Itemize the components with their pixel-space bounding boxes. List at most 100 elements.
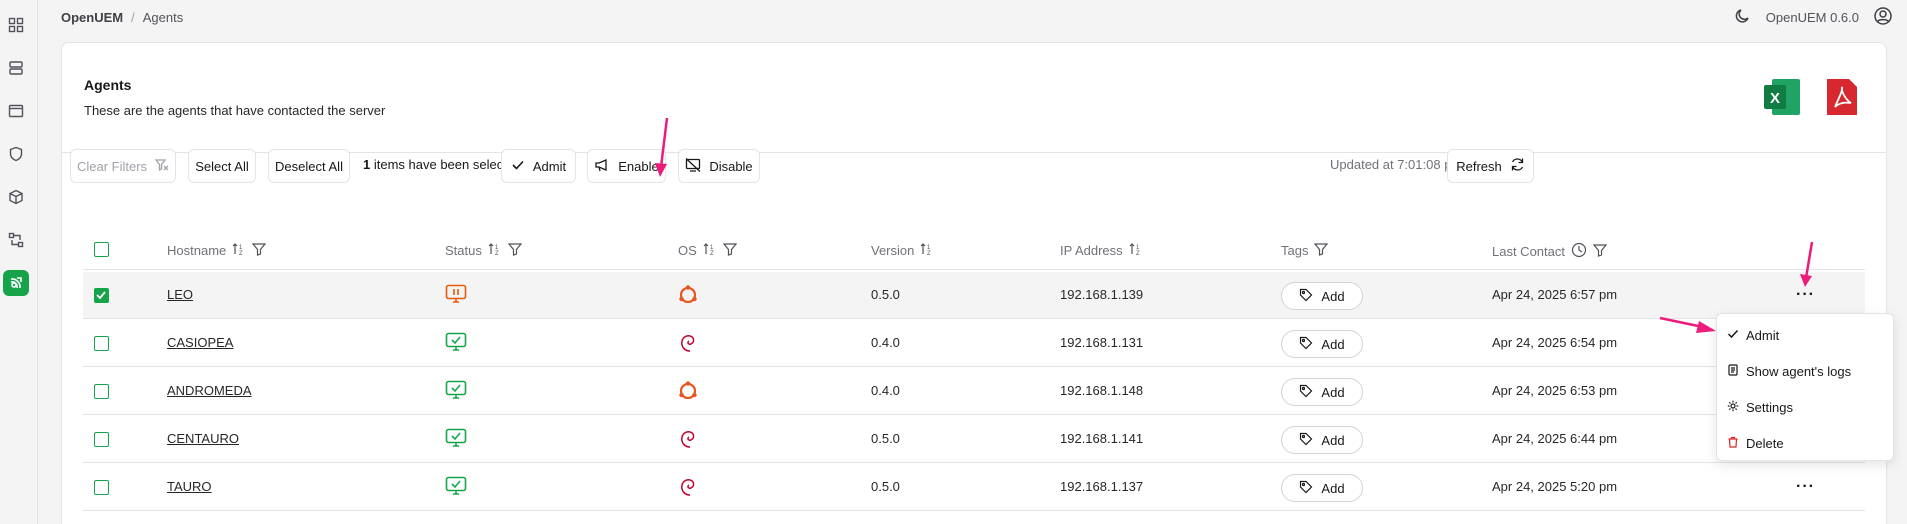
filter-icon[interactable] [1592,243,1608,260]
version-cell: 0.5.0 [871,479,900,494]
table-row[interactable]: ANDROMEDA 0.4.0 192.168.1.148 Add Apr 24, 20… [83,368,1865,415]
ip-cell: 192.168.1.141 [1060,431,1144,446]
add-tag-label: Add [1321,336,1345,352]
table-row[interactable]: TAURO 0.5.0 192.168.1.137 Add Apr 24, 2025 5… [83,464,1865,511]
tag-icon [1299,480,1313,497]
sort-icon[interactable]: 1Z [703,242,717,259]
svg-text:X: X [1770,90,1780,107]
add-tag-button[interactable]: Add [1281,378,1363,406]
menu-settings[interactable]: Settings [1727,397,1793,417]
sort-icon[interactable]: 1Z [1129,242,1143,259]
monitor-off-icon [685,157,701,175]
hostname-link[interactable]: CASIOPEA [167,335,233,350]
add-tag-label: Add [1321,384,1345,400]
server-icon[interactable] [3,55,29,81]
user-icon[interactable] [1873,6,1893,29]
dashboard-icon[interactable] [3,12,29,38]
package-icon[interactable] [3,184,29,210]
pdf-export-icon[interactable] [1825,77,1859,120]
refresh-button[interactable]: Refresh [1447,149,1534,183]
row-checkbox[interactable] [94,480,109,495]
header-version[interactable]: Version 1Z [871,242,934,259]
header-tags[interactable]: Tags [1281,242,1329,259]
table-row[interactable]: CASIOPEA 0.4.0 192.168.1.131 Add Apr 24, 202… [83,320,1865,367]
annotation-arrow-admit [655,117,669,177]
row-checkbox[interactable] [94,384,109,399]
clock-sort-icon[interactable] [1571,242,1587,261]
moon-icon[interactable] [1734,7,1752,28]
header-last-contact[interactable]: Last Contact [1492,242,1608,261]
filter-icon[interactable] [722,242,738,259]
menu-show-logs[interactable]: Show agent's logs [1727,361,1851,381]
page-title: Agents [84,77,132,93]
row-checkbox[interactable] [94,336,109,351]
add-tag-button[interactable]: Add [1281,474,1363,502]
header-hostname[interactable]: Hostname 1Z [167,242,267,259]
monitor-pause-icon [445,284,467,307]
select-all-checkbox[interactable] [94,242,109,257]
filter-icon[interactable] [251,242,267,259]
add-tag-button[interactable]: Add [1281,426,1363,454]
last-contact-cell: Apr 24, 2025 6:54 pm [1492,335,1618,350]
sort-icon[interactable]: 1Z [232,242,246,259]
svg-text:Z: Z [1136,251,1140,256]
tag-icon [1299,336,1313,353]
row-actions-icon[interactable]: ··· [1796,478,1815,496]
selected-suffix: items have been selected [370,157,522,172]
agents-icon[interactable] [3,270,29,296]
shield-icon[interactable] [3,141,29,167]
monitor-check-icon [445,332,467,355]
menu-settings-label: Settings [1746,399,1793,415]
add-tag-button[interactable]: Add [1281,282,1363,310]
menu-delete[interactable]: Delete [1727,433,1784,453]
menu-admit-label: Admit [1746,327,1780,343]
hostname-link[interactable]: CENTAURO [167,431,239,446]
monitor-check-icon [445,476,467,499]
debian-icon [677,332,699,357]
header-status[interactable]: Status 1Z [445,242,523,259]
ubuntu-icon [677,284,699,309]
version-cell: 0.5.0 [871,431,900,446]
admit-button[interactable]: Admit [501,149,576,183]
breadcrumb-root[interactable]: OpenUEM [61,10,123,25]
table-row[interactable]: LEO 0.5.0 192.168.1.139 Add Apr 24, 2025 6:5… [83,272,1865,319]
svg-text:Z: Z [495,251,499,256]
browser-icon[interactable] [3,98,29,124]
clear-filters-button[interactable]: Clear Filters [70,149,176,183]
menu-show-logs-label: Show agent's logs [1746,363,1852,379]
row-checkbox[interactable] [94,432,109,447]
deselect-all-button[interactable]: Deselect All [268,149,350,183]
breadcrumb-separator: / [131,10,135,25]
header-last-contact-label: Last Contact [1492,244,1565,259]
check-icon [511,158,525,175]
tag-icon [1299,432,1313,449]
scroll-icon [1727,363,1739,379]
hostname-link[interactable]: TAURO [167,479,212,494]
filter-icon[interactable] [507,242,523,259]
refresh-label: Refresh [1456,158,1502,174]
filter-icon[interactable] [1314,242,1329,259]
breadcrumb-current: Agents [142,10,184,25]
add-tag-label: Add [1321,288,1345,304]
menu-delete-label: Delete [1746,435,1784,451]
topbar-right: OpenUEM 0.6.0 [1734,6,1893,29]
excel-export-icon[interactable]: X [1764,77,1802,120]
hostname-link[interactable]: LEO [167,287,193,302]
header-os[interactable]: OS 1Z [678,242,738,259]
add-tag-label: Add [1321,480,1345,496]
tag-icon [1299,288,1313,305]
sort-icon[interactable]: 1Z [920,242,934,259]
debian-icon [677,476,699,501]
add-tag-button[interactable]: Add [1281,330,1363,358]
header-ip[interactable]: IP Address 1Z [1060,242,1143,259]
row-checkbox[interactable] [94,288,109,303]
select-all-button[interactable]: Select All [188,149,256,183]
flow-icon[interactable] [3,227,29,253]
hostname-link[interactable]: ANDROMEDA [167,383,252,398]
row-actions-menu: Admit Show agent's logs Settings Delete [1716,313,1894,461]
menu-admit[interactable]: Admit [1727,325,1779,345]
disable-button[interactable]: Disable [678,149,760,183]
table-row[interactable]: CENTAURO 0.5.0 192.168.1.141 Add Apr 24, 202… [83,416,1865,463]
sort-icon[interactable]: 1Z [488,242,502,259]
annotation-arrow-menu [1659,316,1716,333]
